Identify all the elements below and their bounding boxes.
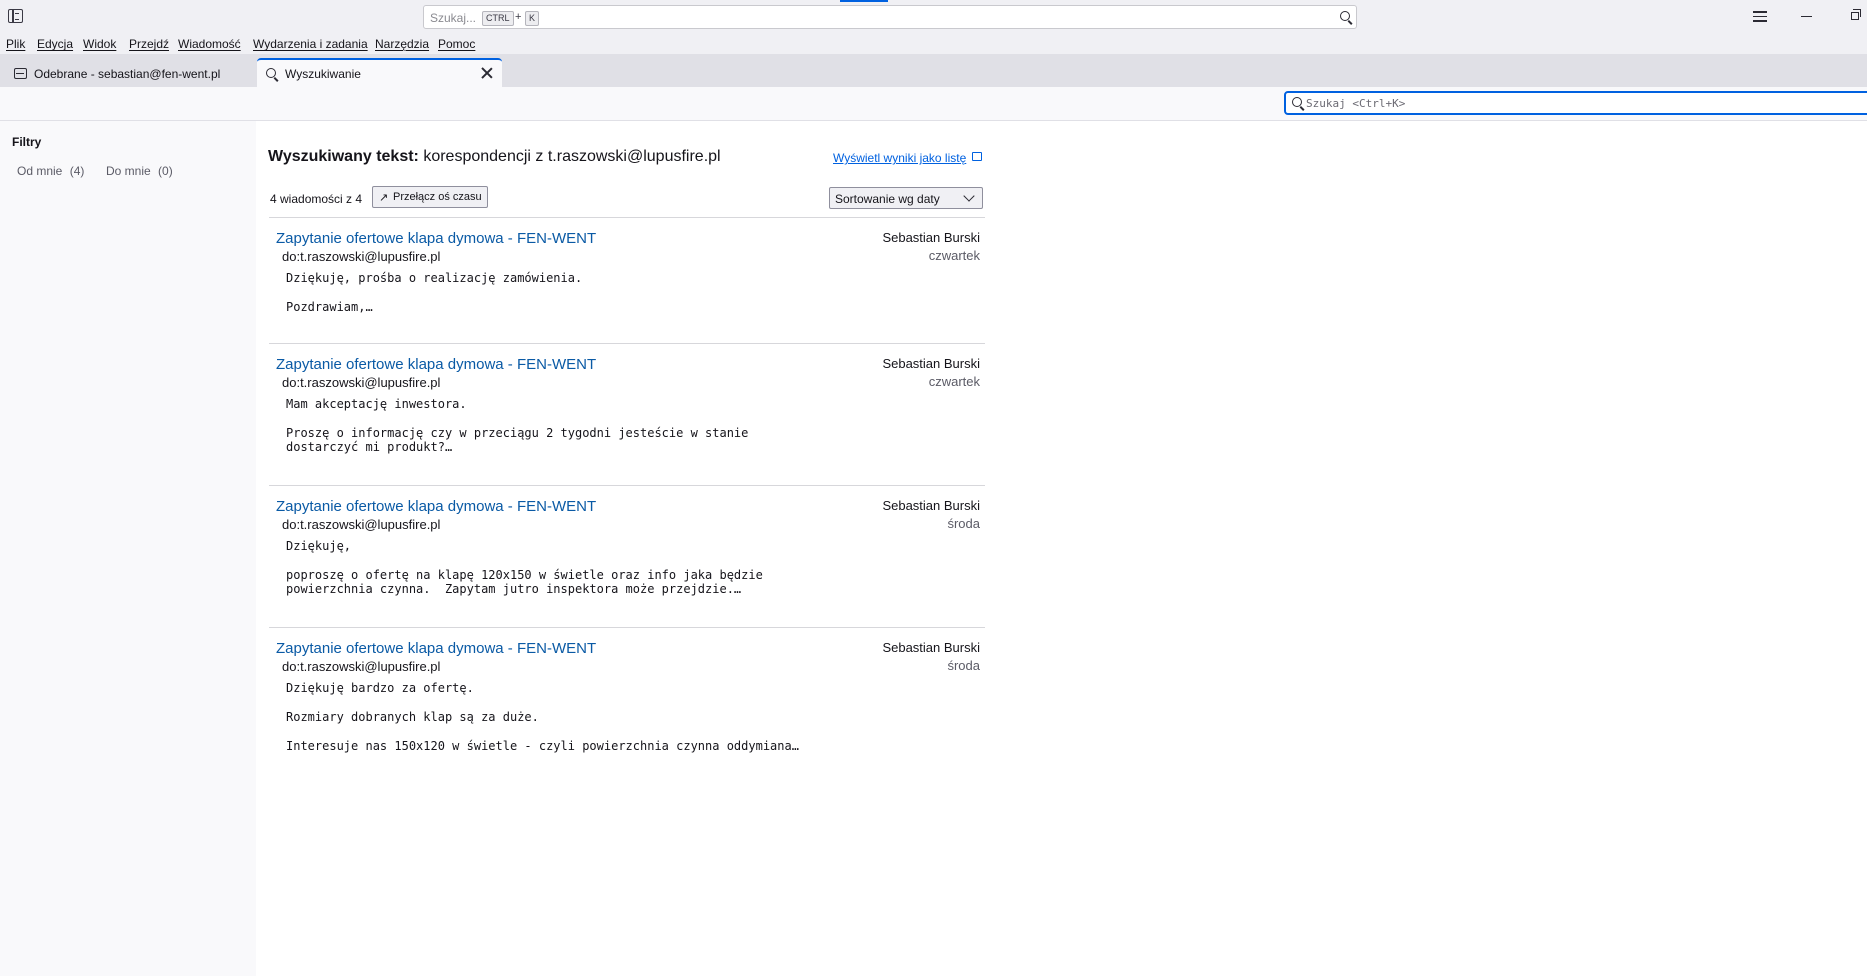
shortcut-plus: + bbox=[515, 11, 522, 23]
sort-dropdown[interactable]: Sortowanie wg daty bbox=[829, 187, 983, 209]
menu-edit[interactable]: Edycja bbox=[37, 37, 73, 51]
result-subject-link[interactable]: Zapytanie ofertowe klapa dymowa - FEN-WE… bbox=[276, 640, 596, 657]
shortcut-k-key: K bbox=[525, 11, 540, 26]
search-heading-label: Wyszukiwany tekst: bbox=[268, 148, 419, 165]
result-item[interactable]: Zapytanie ofertowe klapa dymowa - FEN-WE… bbox=[269, 628, 985, 778]
toggle-timeline-label: Przełącz oś czasu bbox=[393, 191, 482, 203]
result-sender: Sebastian Burski bbox=[882, 230, 980, 245]
tab-inbox-label: Odebrane - sebastian@fen-went.pl bbox=[34, 67, 221, 81]
chevron-down-icon bbox=[963, 190, 975, 202]
result-recipient: do:t.raszowski@lupusfire.pl bbox=[282, 659, 441, 674]
result-snippet: Dziękuję bardzo za ofertę. Rozmiary dobr… bbox=[286, 681, 799, 753]
menu-tools[interactable]: Narzędzia bbox=[375, 37, 429, 51]
tab-inbox[interactable]: Odebrane - sebastian@fen-went.pl bbox=[4, 58, 254, 87]
menu-file[interactable]: Plik bbox=[6, 37, 25, 51]
view-as-list-link[interactable]: Wyświetl wyniki jako listę bbox=[833, 151, 966, 165]
result-date: środa bbox=[947, 658, 980, 673]
toggle-timeline-button[interactable]: ↗ Przełącz oś czasu bbox=[372, 186, 488, 208]
tab-search[interactable]: Wyszukiwanie bbox=[257, 58, 502, 87]
search-icon bbox=[1292, 97, 1302, 107]
result-snippet: Mam akceptację inwestora. Proszę o infor… bbox=[286, 397, 749, 455]
menu-bar: Plik Edycja Widok Przejdź Wiadomość Wyda… bbox=[0, 33, 1867, 55]
sort-dropdown-value: Sortowanie wg daty bbox=[835, 192, 940, 206]
shortcut-ctrl-key: CTRL bbox=[482, 11, 514, 26]
tab-bar: Odebrane - sebastian@fen-went.pl Wyszuki… bbox=[0, 54, 1867, 87]
filter-to-me[interactable]: Do mnie (0) bbox=[106, 164, 173, 178]
result-recipient: do:t.raszowski@lupusfire.pl bbox=[282, 375, 441, 390]
result-snippet: Dziękuję, prośba o realizację zamówienia… bbox=[286, 271, 583, 314]
restore-icon[interactable] bbox=[1851, 9, 1861, 20]
result-subject-link[interactable]: Zapytanie ofertowe klapa dymowa - FEN-WE… bbox=[276, 356, 596, 373]
menu-message[interactable]: Wiadomość bbox=[178, 37, 241, 51]
search-icon[interactable] bbox=[1340, 11, 1350, 21]
find-field[interactable] bbox=[1284, 91, 1867, 115]
search-query-text: korespondencji z t.raszowski@lupusfire.p… bbox=[423, 148, 721, 165]
title-accent bbox=[840, 0, 888, 2]
result-sender: Sebastian Burski bbox=[882, 640, 980, 655]
menu-help[interactable]: Pomoc bbox=[438, 37, 475, 51]
close-tab-icon[interactable] bbox=[480, 66, 494, 80]
result-subject-link[interactable]: Zapytanie ofertowe klapa dymowa - FEN-WE… bbox=[276, 230, 596, 247]
menu-events-tasks[interactable]: Wydarzenia i zadania bbox=[253, 37, 368, 51]
result-item[interactable]: Zapytanie ofertowe klapa dymowa - FEN-WE… bbox=[269, 486, 985, 628]
filters-sidebar: Filtry Od mnie (4) Do mnie (0) bbox=[0, 121, 256, 976]
global-search-box[interactable]: Szukaj... CTRL + K bbox=[423, 5, 1357, 29]
menu-view[interactable]: Widok bbox=[83, 37, 116, 51]
find-bar bbox=[0, 87, 1867, 121]
open-list-icon[interactable] bbox=[972, 152, 982, 161]
filters-title: Filtry bbox=[12, 135, 42, 149]
search-heading: Wyszukiwany tekst: korespondencji z t.ra… bbox=[268, 148, 721, 166]
app-menu-icon[interactable] bbox=[1753, 11, 1767, 22]
search-results-pane: Wyszukiwany tekst: korespondencji z t.ra… bbox=[256, 121, 1867, 976]
trend-icon: ↗ bbox=[379, 192, 389, 204]
spaces-toolbar-icon[interactable] bbox=[8, 9, 23, 23]
find-input[interactable] bbox=[1306, 94, 1846, 112]
filter-from-me-count: (4) bbox=[69, 164, 85, 178]
result-date: czwartek bbox=[928, 374, 980, 389]
filter-from-me-label: Od mnie bbox=[17, 164, 63, 178]
result-date: czwartek bbox=[928, 248, 980, 263]
result-recipient: do:t.raszowski@lupusfire.pl bbox=[282, 249, 441, 264]
title-bar: Szukaj... CTRL + K bbox=[0, 0, 1867, 33]
tab-search-label: Wyszukiwanie bbox=[285, 67, 361, 81]
search-icon bbox=[266, 68, 276, 78]
result-subject-link[interactable]: Zapytanie ofertowe klapa dymowa - FEN-WE… bbox=[276, 498, 596, 515]
global-search-placeholder: Szukaj... bbox=[430, 11, 477, 25]
result-recipient: do:t.raszowski@lupusfire.pl bbox=[282, 517, 441, 532]
filter-to-me-label: Do mnie bbox=[106, 164, 151, 178]
inbox-icon bbox=[14, 68, 27, 79]
result-sender: Sebastian Burski bbox=[882, 498, 980, 513]
result-item[interactable]: Zapytanie ofertowe klapa dymowa - FEN-WE… bbox=[269, 218, 985, 344]
result-item[interactable]: Zapytanie ofertowe klapa dymowa - FEN-WE… bbox=[269, 344, 985, 486]
menu-go[interactable]: Przejdź bbox=[129, 37, 169, 51]
minimize-icon[interactable] bbox=[1801, 16, 1812, 18]
filter-to-me-count: (0) bbox=[158, 164, 173, 178]
filter-from-me[interactable]: Od mnie (4) bbox=[17, 164, 84, 178]
result-snippet: Dziękuję, poproszę o ofertę na klapę 120… bbox=[286, 539, 763, 597]
results-count: 4 wiadomości z 4 bbox=[270, 192, 363, 206]
result-sender: Sebastian Burski bbox=[882, 356, 980, 371]
result-date: środa bbox=[947, 516, 980, 531]
